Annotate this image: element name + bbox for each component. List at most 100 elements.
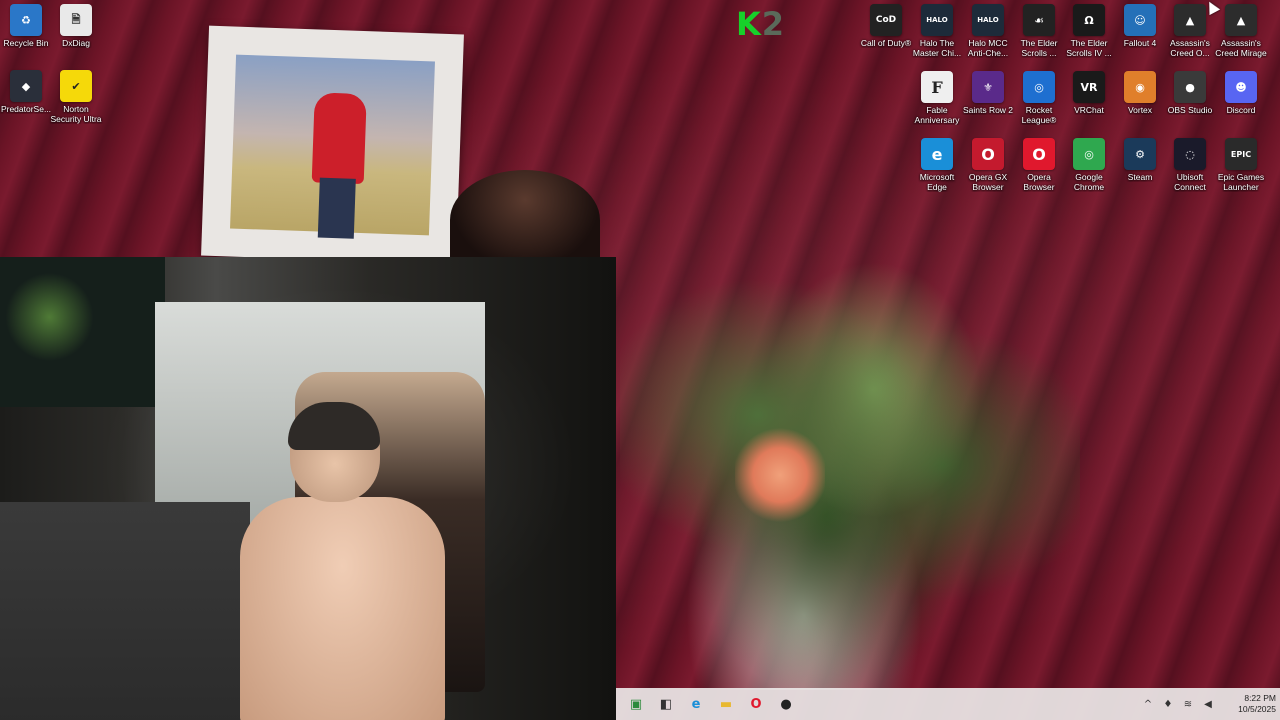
desktop-icon-label: Fallout 4 (1123, 38, 1157, 48)
desktop-icon-label: Ubisoft Connect (1174, 172, 1206, 192)
desktop-icon-label: Discord (1226, 105, 1256, 115)
desktop-icon-label: Saints Row 2 (962, 105, 1014, 115)
oblivion-icon: Ω (1073, 4, 1105, 36)
k2-logo: K2 (736, 5, 785, 43)
desktop-icon-rocket-league[interactable]: ◎ Rocket League® (1013, 71, 1065, 125)
clock-time: 8:22 PM (1244, 693, 1276, 703)
framed-photo (230, 54, 435, 239)
desktop-icon-label: Assassin's Creed Mirage (1215, 38, 1267, 58)
desktop-icon-microsoft-edge[interactable]: e Microsoft Edge (911, 138, 963, 192)
vrchat-icon: VR (1073, 71, 1105, 103)
system-tray: ^ ♦ ≋ ◀ 8:22 PM 10/5/2025 (1138, 688, 1276, 720)
fable-icon: F (921, 71, 953, 103)
desktop-icon-vortex[interactable]: ◉ Vortex (1114, 71, 1166, 115)
desktop-icon-label: Halo The Master Chi... (912, 38, 962, 58)
desktop-icon-oblivion[interactable]: Ω The Elder Scrolls IV ... (1063, 4, 1115, 58)
opera-icon[interactable]: O (742, 690, 770, 718)
norton-icon: ✔ (60, 70, 92, 102)
desktop-icon-fable[interactable]: F Fable Anniversary (911, 71, 963, 125)
desktop-icon-opera[interactable]: O Opera Browser (1013, 138, 1065, 192)
desktop-icon-label: DxDiag (62, 38, 90, 48)
desktop-icon-vrchat[interactable]: VR VRChat (1063, 71, 1115, 115)
webcam-overlay (0, 257, 616, 720)
desktop-icon-norton[interactable]: ✔ Norton Security Ultra (50, 70, 102, 124)
webcam-person-body (240, 497, 445, 720)
desktop-icon-opera-gx[interactable]: O Opera GX Browser (962, 138, 1014, 192)
desktop-icon-skyrim[interactable]: ☙ The Elder Scrolls ... (1013, 4, 1065, 58)
desktop-icon-label: Halo MCC Anti-Che... (967, 38, 1009, 58)
desktop-icon-dxdiag[interactable]: 🗎 DxDiag (50, 4, 102, 48)
opera-icon: O (1023, 138, 1055, 170)
desktop-icon-halo-mcc[interactable]: HALO Halo The Master Chi... (911, 4, 963, 58)
desktop-icon-fallout-4[interactable]: ☺ Fallout 4 (1114, 4, 1166, 48)
taskbar-clock[interactable]: 8:22 PM 10/5/2025 (1224, 693, 1276, 715)
epic-games-icon: EPIC (1225, 138, 1257, 170)
desktop-icon-predator-sense[interactable]: ◆ PredatorSe... (0, 70, 52, 114)
wallpaper-plant (620, 190, 1080, 690)
desktop-icon-label: Rocket League® (1021, 105, 1057, 125)
wifi-icon[interactable]: ≋ (1178, 699, 1198, 710)
chrome-icon: ◎ (1073, 138, 1105, 170)
desktop-icon-label: OBS Studio (1167, 105, 1213, 115)
saints-row-icon: ⚜ (972, 71, 1004, 103)
volume-icon[interactable]: ◀ (1198, 699, 1218, 710)
desktop-icon-epic-games[interactable]: EPIC Epic Games Launcher (1215, 138, 1267, 192)
desktop-icon-label: Call of Duty® (860, 38, 912, 48)
k2-logo-letter: K (736, 5, 762, 43)
desktop-icon-label: Microsoft Edge (919, 172, 955, 192)
call-of-duty-icon: CoD (870, 4, 902, 36)
desktop-icon-label: The Elder Scrolls ... (1020, 38, 1058, 58)
desktop-icon-call-of-duty[interactable]: CoD Call of Duty® (860, 4, 912, 48)
taskbar: ▣ ◧ e ▬ O ● ^ ♦ ≋ ◀ 8:22 PM 10/5/2025 (616, 688, 1280, 720)
desktop-icon-label: Norton Security Ultra (50, 104, 102, 124)
steam-icon: ⚙ (1124, 138, 1156, 170)
desktop-icon-discord[interactable]: ☻ Discord (1215, 71, 1267, 115)
edge-icon[interactable]: e (682, 690, 710, 718)
assassins-creed-icon: ▲ (1174, 4, 1206, 36)
opera-gx-icon: O (972, 138, 1004, 170)
ubisoft-icon: ◌ (1174, 138, 1206, 170)
desktop-icon-obs-studio[interactable]: ● OBS Studio (1164, 71, 1216, 115)
recycle-bin-icon: ♻ (10, 4, 42, 36)
desktop-icon-assassins-creed-mirage[interactable]: ▲ Assassin's Creed Mirage (1215, 4, 1267, 58)
desktop-icon-label: PredatorSe... (0, 104, 52, 114)
edge-icon: e (921, 138, 953, 170)
halo-anticheat-icon: HALO (972, 4, 1004, 36)
discord-icon: ☻ (1225, 71, 1257, 103)
desktop-icon-label: Fable Anniversary (914, 105, 960, 125)
assassins-creed-mirage-icon: ▲ (1225, 4, 1257, 36)
microphone-icon[interactable]: ♦ (1158, 699, 1178, 710)
halo-icon: HALO (921, 4, 953, 36)
chevron-up-icon[interactable]: ^ (1138, 699, 1158, 710)
desktop-icon-label: Opera GX Browser (968, 172, 1008, 192)
desktop-icon-label: VRChat (1074, 105, 1104, 115)
webcam-tapestry (0, 257, 165, 407)
desktop-icon-label: Recycle Bin (3, 38, 49, 48)
predator-sense-icon: ◆ (10, 70, 42, 102)
desktop-icon-label: Opera Browser (1023, 172, 1055, 192)
obs-icon[interactable]: ● (772, 690, 800, 718)
task-view-icon[interactable]: ◧ (652, 690, 680, 718)
desktop-icon-label: Google Chrome (1073, 172, 1105, 192)
desktop-icon-ubisoft-connect[interactable]: ◌ Ubisoft Connect (1164, 138, 1216, 192)
desktop-icon-label: Vortex (1127, 105, 1153, 115)
photo-person-legs (317, 177, 356, 239)
desktop-icon-saints-row[interactable]: ⚜ Saints Row 2 (962, 71, 1014, 115)
desktop-icon-halo-anticheat[interactable]: HALO Halo MCC Anti-Che... (962, 4, 1014, 58)
desktop-icon-label: Assassin's Creed O... (1170, 38, 1210, 58)
desktop-icon-label: The Elder Scrolls IV ... (1066, 38, 1112, 58)
desktop-icon-label: Epic Games Launcher (1217, 172, 1265, 192)
file-explorer-icon[interactable]: ▬ (712, 690, 740, 718)
document-icon: 🗎 (60, 4, 92, 36)
wallpaper-flowers (735, 425, 825, 525)
rocket-league-icon: ◎ (1023, 71, 1055, 103)
desktop-icon-recycle-bin[interactable]: ♻ Recycle Bin (0, 4, 52, 48)
photo-person (311, 92, 367, 185)
wallpaper-urn (450, 170, 600, 270)
obs-icon: ● (1174, 71, 1206, 103)
webcam-bed (0, 502, 250, 720)
skyrim-icon: ☙ (1023, 4, 1055, 36)
desktop-icon-google-chrome[interactable]: ◎ Google Chrome (1063, 138, 1115, 192)
desktop-icon-steam[interactable]: ⚙ Steam (1114, 138, 1166, 182)
taskbar-app-icon[interactable]: ▣ (622, 690, 650, 718)
